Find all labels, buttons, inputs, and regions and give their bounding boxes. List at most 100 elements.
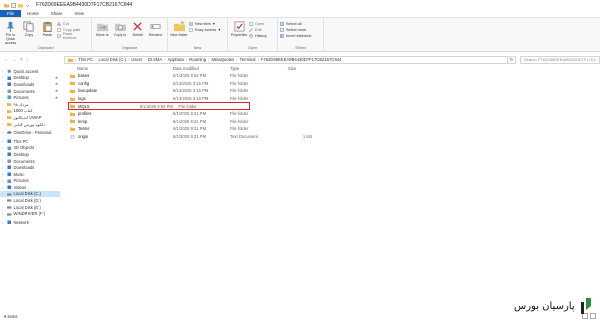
table-row[interactable]: origin 6/1/2025 9:21 PM Text Document 1 KB	[68, 133, 588, 141]
nav-item[interactable]: › Documents	[0, 158, 60, 165]
expand-chevron-icon[interactable]: ›	[2, 75, 5, 80]
edit-button[interactable]: Edit	[249, 27, 267, 32]
table-row[interactable]: MQL5 6/1/2025 9:54 PM File folder	[68, 102, 250, 110]
expand-chevron-icon[interactable]: ›	[2, 191, 5, 196]
expand-chevron-icon[interactable]: ›	[2, 178, 5, 183]
select-none-button[interactable]: Select none	[280, 27, 312, 32]
expand-chevron-icon[interactable]: ›	[2, 145, 5, 150]
breadcrumb-users[interactable]: Users	[131, 57, 142, 62]
chevron-down-icon[interactable]	[25, 3, 30, 8]
nav-item[interactable]: › Desktop	[0, 151, 60, 158]
table-row[interactable]: bases 6/1/2025 9:54 PM File folder	[68, 72, 588, 80]
back-arrow-icon[interactable]: ←	[4, 57, 9, 63]
expand-chevron-icon[interactable]: ›	[2, 122, 5, 127]
column-headers: Name Date modified Type Size	[68, 64, 588, 72]
expand-chevron-icon[interactable]: ›	[2, 165, 5, 170]
properties-icon[interactable]	[11, 2, 16, 8]
recent-locations-chevron-icon[interactable]: ˅	[20, 57, 23, 63]
expand-chevron-icon[interactable]: ›	[2, 102, 5, 107]
address-bar[interactable]: › This PC › Local Disk (C:) › Users › Dr…	[63, 55, 509, 64]
select-all-button[interactable]: Select all	[280, 21, 312, 26]
expand-chevron-icon[interactable]: ›	[2, 130, 5, 135]
nav-item[interactable]: › Pictures ✱	[0, 94, 60, 101]
table-row[interactable]: Tester 6/1/2025 9:21 PM File folder	[68, 125, 588, 133]
new-item-button[interactable]: New item ▾	[189, 21, 220, 26]
expand-chevron-icon[interactable]: ›	[2, 82, 5, 87]
table-row[interactable]: config 6/14/2025 3:15 PM File folder	[68, 80, 588, 88]
file-name-cell: bases	[68, 73, 173, 78]
forward-arrow-icon[interactable]: →	[12, 57, 17, 63]
nav-item[interactable]: › Network	[0, 219, 60, 226]
expand-chevron-icon[interactable]: ›	[2, 198, 5, 203]
table-row[interactable]: liveupdate 6/14/2025 3:15 PM File folder	[68, 87, 588, 95]
breadcrumb-roaming[interactable]: Roaming	[189, 57, 206, 62]
open-group-label: Open	[247, 46, 258, 50]
breadcrumb-current-folder[interactable]: F762D69EEEA9B4430D7F17CB2167C844	[261, 57, 342, 62]
cut-button[interactable]: Cut	[56, 21, 86, 26]
nav-item[interactable]: › 3D Objects	[0, 145, 60, 152]
nav-item[interactable]: › OneDrive - Personal	[0, 129, 60, 136]
breadcrumb-metaquotes[interactable]: MetaQuotes	[211, 57, 234, 62]
up-arrow-icon[interactable]: ↑	[26, 57, 29, 63]
file-type: File folder	[178, 103, 197, 109]
nav-item[interactable]: › Quick access	[0, 68, 60, 75]
history-button[interactable]: History	[249, 33, 267, 38]
breadcrumb-appdata[interactable]: AppData	[168, 57, 184, 62]
table-row[interactable]: temp 6/1/2025 9:21 PM File folder	[68, 118, 588, 126]
refresh-button[interactable]: ↻	[508, 55, 516, 64]
nav-item[interactable]: › WINDRIVER (F:)	[0, 210, 60, 217]
new-folder-icon[interactable]	[18, 3, 23, 8]
expand-chevron-icon[interactable]: ›	[2, 220, 5, 225]
expand-chevron-icon[interactable]: ›	[2, 159, 5, 164]
breadcrumb-terminal[interactable]: Terminal	[240, 57, 256, 62]
nav-item[interactable]: › Documents ✱	[0, 88, 60, 95]
search-box[interactable]: Search F762D69EEEA9B4430D7F17CB2167C844 …	[520, 55, 600, 64]
expand-chevron-icon[interactable]: ›	[2, 172, 5, 177]
nav-item-label: WINDRIVER (F:)	[13, 211, 46, 217]
expand-chevron-icon[interactable]: ›	[2, 211, 5, 216]
nav-item[interactable]: › کتاب 1000	[0, 108, 60, 115]
tab-home[interactable]: Home	[21, 10, 45, 17]
easy-access-button[interactable]: Easy access ▾	[189, 27, 220, 32]
drive-icon	[7, 199, 12, 202]
column-header-name[interactable]: Name	[68, 66, 173, 71]
nav-item-label: اندیکاتور VWAP	[13, 114, 42, 120]
nav-item[interactable]: › Downloads ✱	[0, 81, 60, 88]
nav-item[interactable]: › مرداد ۹۸	[0, 101, 60, 108]
nav-item[interactable]: › Local Disk (D:)	[0, 197, 60, 204]
column-header-date-modified[interactable]: Date modified	[173, 66, 230, 71]
breadcrumb-user[interactable]: Dr.SMA	[148, 57, 162, 62]
expand-chevron-icon[interactable]: ›	[2, 139, 5, 144]
breadcrumb-local-disk[interactable]: Local Disk (C:)	[99, 57, 126, 62]
nav-item[interactable]: › Videos	[0, 184, 60, 191]
expand-chevron-icon[interactable]: ›	[2, 115, 5, 120]
open-button[interactable]: Open	[249, 21, 267, 26]
expand-chevron-icon[interactable]: ›	[2, 69, 5, 74]
table-row[interactable]: profiles 6/1/2025 9:21 PM File folder	[68, 110, 588, 118]
expand-chevron-icon[interactable]: ›	[2, 89, 5, 94]
table-row[interactable]: logs 6/14/2025 3:15 PM File folder	[68, 95, 588, 103]
tab-file[interactable]: File	[0, 10, 22, 17]
breadcrumb-this-pc[interactable]: This PC	[78, 57, 93, 62]
nav-item[interactable]: › Pictures	[0, 178, 60, 185]
expand-chevron-icon[interactable]: ›	[2, 205, 5, 210]
file-date-modified: 6/1/2025 9:21 PM	[173, 118, 207, 124]
expand-chevron-icon[interactable]: ›	[2, 108, 5, 113]
invert-selection-button[interactable]: Invert selection	[280, 33, 312, 38]
column-header-size[interactable]: Size	[288, 66, 328, 71]
nav-item[interactable]: › Music	[0, 171, 60, 178]
nav-item[interactable]: › Local Disk (C:)	[0, 190, 60, 198]
nav-item[interactable]: › اندیکاتور VWAP	[0, 114, 60, 121]
paste-shortcut-button[interactable]: Paste shortcut	[57, 32, 86, 40]
nav-item[interactable]: › Local Disk (E:)	[0, 204, 60, 211]
tab-share[interactable]: Share	[45, 10, 69, 17]
expand-chevron-icon[interactable]: ›	[2, 152, 5, 157]
tab-view[interactable]: View	[69, 10, 90, 17]
nav-item[interactable]: › دانلود بورس کتابی	[0, 121, 60, 128]
expand-chevron-icon[interactable]: ›	[2, 95, 5, 100]
nav-item[interactable]: › Desktop ✱	[0, 75, 60, 82]
nav-item[interactable]: › This PC	[0, 138, 60, 145]
column-header-type[interactable]: Type	[230, 66, 288, 71]
expand-chevron-icon[interactable]: ›	[2, 185, 5, 190]
nav-item[interactable]: › Downloads	[0, 164, 60, 171]
